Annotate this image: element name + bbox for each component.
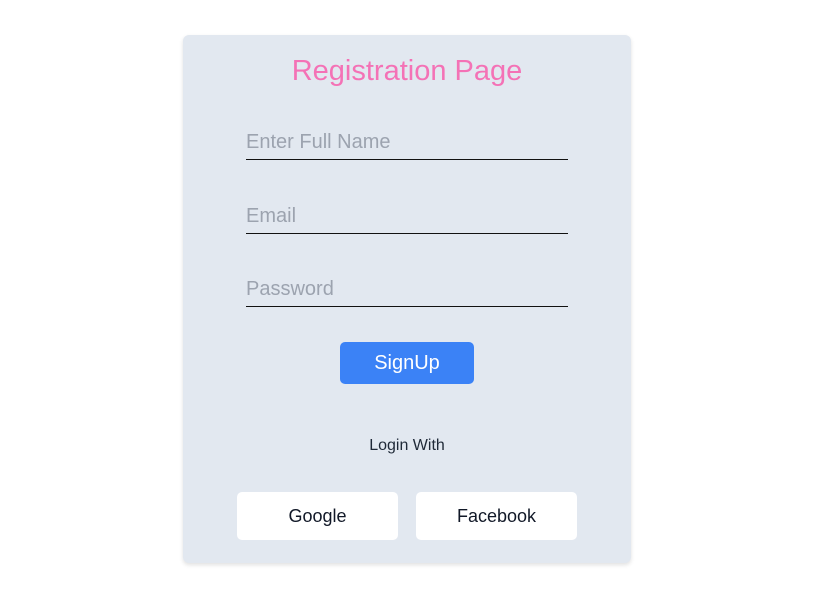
password-input[interactable] [246,273,568,307]
facebook-login-button[interactable]: Facebook [416,492,577,540]
email-input[interactable] [246,200,568,234]
login-with-label: Login With [369,437,445,454]
google-login-button[interactable]: Google [237,492,398,540]
page: Registration Page SignUp Login With Goog… [0,0,823,605]
registration-card: Registration Page SignUp Login With Goog… [183,35,631,563]
full-name-input[interactable] [246,126,568,160]
page-title: Registration Page [291,55,523,87]
signup-button[interactable]: SignUp [340,342,474,384]
